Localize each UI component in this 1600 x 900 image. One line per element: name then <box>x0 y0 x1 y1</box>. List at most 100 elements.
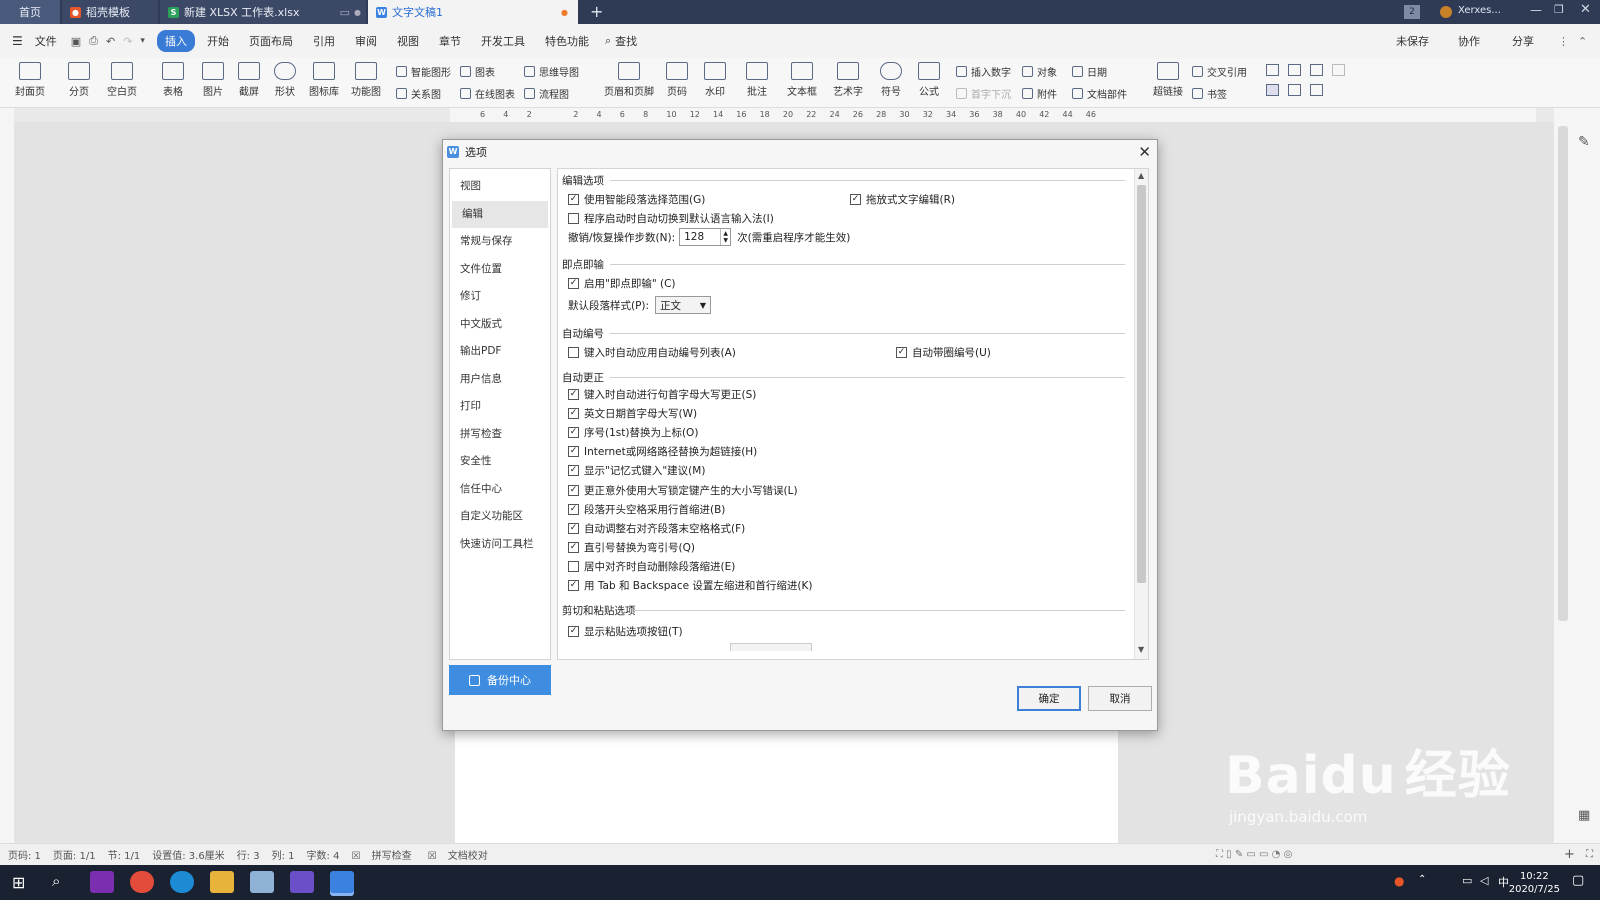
cross-reference-button[interactable]: 交叉引用 <box>1192 64 1247 79</box>
option-auto-correct-item[interactable]: ✓ 段落开头空格采用行首缩进(B) <box>568 502 725 517</box>
file-explorer-icon[interactable] <box>210 871 234 893</box>
taskbar-search-icon[interactable]: ⌕ <box>52 872 60 890</box>
checkbox[interactable] <box>568 560 579 572</box>
vertical-ruler[interactable] <box>0 108 14 843</box>
doc-proofread-toggle[interactable]: ☒ 文档校对 <box>428 847 492 862</box>
watermark-button[interactable]: 水印 <box>698 58 732 98</box>
clock[interactable]: 10:22 2020/7/25 <box>1509 870 1560 896</box>
option-click-and-type[interactable]: ✓ 启用"即点即输" (C) <box>568 276 676 291</box>
option-auto-correct-item[interactable]: ✓ 显示"记忆式键入"建议(M) <box>568 463 705 478</box>
cover-page-button[interactable]: 封面页 <box>10 58 50 98</box>
nav-view[interactable]: 视图 <box>450 173 550 201</box>
restore-icon[interactable]: ❐ <box>1554 3 1564 16</box>
page-break-button[interactable]: 分页 <box>62 58 96 98</box>
more-icon[interactable]: ⋮ <box>1558 35 1569 48</box>
chart-button[interactable]: 图表 <box>460 64 495 79</box>
nav-edit[interactable]: 编辑 <box>452 200 548 228</box>
relation-chart-button[interactable]: 关系图 <box>396 86 441 101</box>
option-show-paste-button[interactable]: ✓ 显示粘贴选项按钮(T) <box>568 624 683 639</box>
share-button[interactable]: 分享 <box>1512 33 1534 49</box>
notepad-icon[interactable] <box>250 871 274 893</box>
chrome-icon[interactable] <box>130 871 154 893</box>
tab-home[interactable]: 首页 <box>0 0 60 24</box>
option-auto-correct-item[interactable]: 居中对齐时自动删除段落缩进(E) <box>568 559 735 574</box>
redo-icon[interactable]: ↷ <box>123 35 132 48</box>
unsaved-status[interactable]: 未保存 <box>1396 33 1429 49</box>
paragraph-style-select[interactable]: 正文 ▼ <box>655 296 712 314</box>
avatar[interactable] <box>1440 6 1452 18</box>
hyperlink-button[interactable]: 超链接 <box>1148 58 1188 98</box>
undo-steps-stepper[interactable]: 128 ▲ ▼ <box>679 228 732 246</box>
style-icon[interactable] <box>1310 84 1323 96</box>
menu-file[interactable]: 文件 <box>27 30 65 52</box>
status-section[interactable]: 节: 1/1 <box>108 847 141 862</box>
ime-indicator[interactable]: 中 <box>1498 874 1509 890</box>
scroll-down-icon[interactable]: ▼ <box>1138 645 1144 654</box>
wps-writer-icon[interactable] <box>330 871 354 893</box>
wordart-button[interactable]: 艺术字 <box>828 58 868 98</box>
style-icon[interactable] <box>1288 84 1301 96</box>
table-button[interactable]: 表格 <box>156 58 190 98</box>
tab-document[interactable]: W 文字文稿1 ● <box>368 0 578 24</box>
dialog-titlebar[interactable]: W 选项 <box>443 140 1157 164</box>
notification-icon[interactable]: ▢ <box>1572 873 1584 888</box>
style-icon[interactable] <box>1266 64 1279 76</box>
nav-security[interactable]: 安全性 <box>450 448 550 476</box>
checkbox[interactable]: ✓ <box>568 541 579 553</box>
option-auto-correct-item[interactable]: ✓ 序号(1st)替换为上标(O) <box>568 425 698 440</box>
style-icon[interactable] <box>1266 84 1279 96</box>
volume-icon[interactable]: ◁ <box>1480 874 1488 887</box>
checkbox[interactable]: ✓ <box>568 465 579 477</box>
option-drag-drop[interactable]: ✓ 拖放式文字编辑(R) <box>850 192 955 207</box>
shape-button[interactable]: 形状 <box>268 58 302 98</box>
insert-number-button[interactable]: 插入数字 <box>956 64 1011 79</box>
textbox-button[interactable]: 文本框 <box>782 58 822 98</box>
menu-layout[interactable]: 页面布局 <box>241 30 301 52</box>
option-auto-correct-item[interactable]: ✓ Internet或网络路径替换为超链接(H) <box>568 444 757 459</box>
nav-chinese-layout[interactable]: 中文版式 <box>450 311 550 339</box>
status-word-count[interactable]: 字数: 4 <box>307 847 340 862</box>
option-auto-ime[interactable]: 程序启动时自动切换到默认语言输入法(I) <box>568 211 774 226</box>
nav-revision[interactable]: 修订 <box>450 283 550 311</box>
checkbox[interactable]: ✓ <box>568 522 579 534</box>
option-auto-correct-item[interactable]: ✓ 用 Tab 和 Backspace 设置左缩进和首行缩进(K) <box>568 578 813 593</box>
date-button[interactable]: 日期 <box>1072 64 1107 79</box>
smart-art-button[interactable]: 智能图形 <box>396 64 451 79</box>
checkbox[interactable]: ✓ <box>568 389 579 400</box>
window-count-badge[interactable]: 2 <box>1404 5 1420 19</box>
checkbox[interactable]: ✓ <box>568 484 579 496</box>
cancel-button[interactable]: 取消 <box>1088 686 1152 711</box>
window-close-icon[interactable]: ✕ <box>1580 2 1591 17</box>
media-player-icon[interactable] <box>290 871 314 893</box>
option-auto-correct-item[interactable]: ✓ 更正意外使用大写锁定键产生的大小写错误(L) <box>568 483 798 498</box>
customize-arrow-icon[interactable]: ▾ <box>140 36 145 46</box>
document-scrollbar[interactable] <box>1558 126 1568 621</box>
nav-quick-access[interactable]: 快速访问工具栏 <box>450 531 550 559</box>
tab-xlsx[interactable]: S 新建 XLSX 工作表.xlsx ▭ ● <box>160 0 366 24</box>
style-icon[interactable] <box>1332 64 1345 76</box>
screenshot-button[interactable]: 截屏 <box>232 58 266 98</box>
user-name[interactable]: Xerxes... <box>1458 5 1501 16</box>
menu-references[interactable]: 引用 <box>305 30 343 52</box>
checkbox[interactable]: ✓ <box>568 503 579 515</box>
checkbox[interactable]: ✓ <box>568 427 579 439</box>
checkbox[interactable]: ✓ <box>568 580 579 591</box>
checkbox[interactable]: ✓ <box>568 626 579 637</box>
drop-cap-button[interactable]: 首字下沉 <box>956 86 1011 101</box>
menu-developer[interactable]: 开发工具 <box>473 30 533 52</box>
tray-app-icon[interactable]: ● <box>1394 874 1404 888</box>
search-icon[interactable]: ⌕ <box>605 34 611 48</box>
view-mode-icons[interactable]: ⛶ ▯ ✎ ▭ ▭ ◔ ◎ <box>1216 849 1292 860</box>
hamburger-icon[interactable]: ☰ <box>12 34 23 48</box>
quick-styles-grid[interactable] <box>1266 64 1352 104</box>
nav-print[interactable]: 打印 <box>450 393 550 421</box>
pen-icon[interactable]: ✎ <box>1578 134 1590 150</box>
bookmark-button[interactable]: 书签 <box>1192 86 1227 101</box>
collapse-ribbon-icon[interactable]: ⌃ <box>1578 35 1587 48</box>
option-auto-list[interactable]: 键入时自动应用自动编号列表(A) <box>568 345 736 360</box>
function-chart-button[interactable]: 功能图 <box>346 58 386 98</box>
picture-button[interactable]: 图片 <box>196 58 230 98</box>
scrollbar-thumb[interactable] <box>1137 185 1146 583</box>
undo-icon[interactable]: ↶ <box>106 35 115 48</box>
option-auto-correct-item[interactable]: ✓ 英文日期首字母大写(W) <box>568 406 697 421</box>
